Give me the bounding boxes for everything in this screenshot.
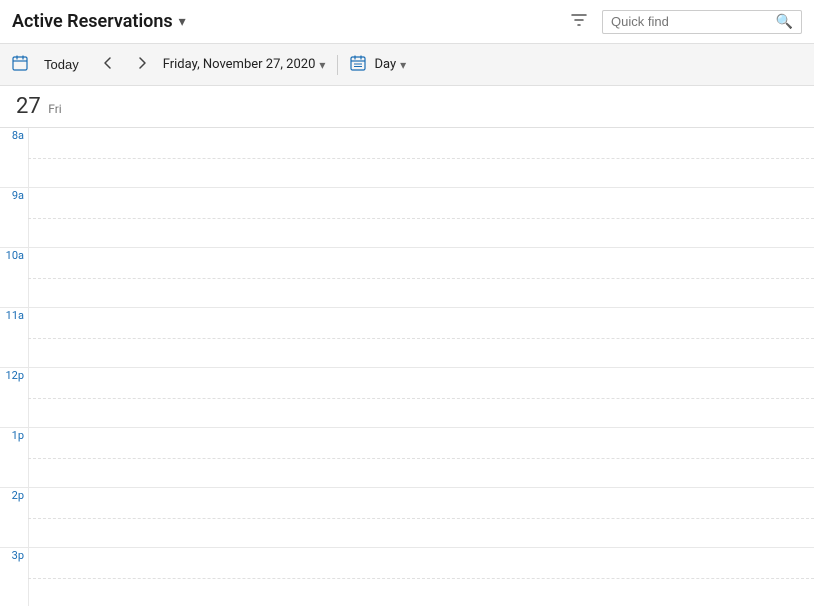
toolbar-divider [337, 55, 338, 75]
header-left: Active Reservations ▾ [12, 11, 186, 32]
today-button[interactable]: Today [36, 53, 87, 76]
time-row: 12p [0, 368, 814, 428]
time-content[interactable] [28, 248, 814, 307]
day-name: Fri [48, 102, 61, 116]
time-label: 8a [0, 128, 28, 187]
filter-icon[interactable] [566, 7, 592, 37]
calendar-icon [12, 55, 28, 75]
time-content[interactable] [28, 128, 814, 187]
time-label: 12p [0, 368, 28, 427]
title-dropdown-icon[interactable]: ▾ [179, 14, 186, 30]
view-calendar-icon [350, 55, 366, 75]
time-row: 1p [0, 428, 814, 488]
time-content[interactable] [28, 368, 814, 427]
view-chevron-icon: ▾ [400, 58, 406, 72]
time-row: 9a [0, 188, 814, 248]
page-title: Active Reservations [12, 11, 173, 32]
view-picker[interactable]: Day ▾ [374, 57, 406, 72]
search-icon: 🔍 [776, 14, 793, 30]
time-content[interactable] [28, 488, 814, 547]
search-input[interactable] [611, 14, 770, 29]
time-label: 10a [0, 248, 28, 307]
time-row: 10a [0, 248, 814, 308]
time-label: 1p [0, 428, 28, 487]
date-chevron-icon: ▾ [319, 58, 325, 72]
time-label: 3p [0, 548, 28, 606]
time-content[interactable] [28, 548, 814, 606]
header-right: 🔍 [566, 7, 802, 37]
time-row: 2p [0, 488, 814, 548]
time-content[interactable] [28, 188, 814, 247]
search-box[interactable]: 🔍 [602, 10, 802, 34]
time-content[interactable] [28, 428, 814, 487]
current-date: Friday, November 27, 2020 [163, 57, 316, 72]
date-picker[interactable]: Friday, November 27, 2020 ▾ [163, 57, 326, 72]
time-label: 9a [0, 188, 28, 247]
day-header: 27 Fri [0, 86, 814, 128]
time-grid: 8a9a10a11a12p1p2p3p [0, 128, 814, 606]
view-label: Day [374, 57, 396, 72]
time-row: 3p [0, 548, 814, 606]
prev-button[interactable] [95, 52, 121, 77]
next-button[interactable] [129, 52, 155, 77]
time-content[interactable] [28, 308, 814, 367]
calendar-body: 27 Fri 8a9a10a11a12p1p2p3p [0, 86, 814, 606]
time-label: 11a [0, 308, 28, 367]
app-header: Active Reservations ▾ 🔍 [0, 0, 814, 44]
time-label: 2p [0, 488, 28, 547]
day-number: 27 [16, 94, 41, 119]
time-row: 8a [0, 128, 814, 188]
calendar-toolbar: Today Friday, November 27, 2020 ▾ Day ▾ [0, 44, 814, 86]
time-row: 11a [0, 308, 814, 368]
